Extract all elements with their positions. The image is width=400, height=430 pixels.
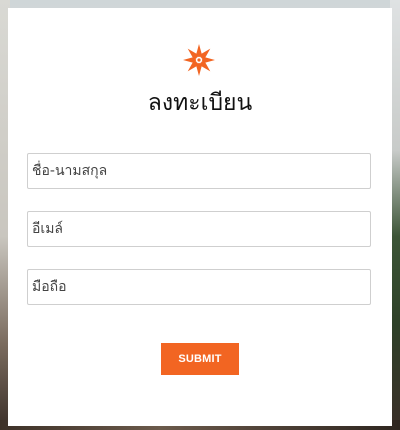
email-input[interactable] [27,211,371,247]
page-background: ลงทะเบียน SUBMIT [0,0,400,430]
submit-button[interactable]: SUBMIT [161,343,239,375]
mobile-phone-input[interactable] [27,269,371,305]
page-title: ลงทะเบียน [147,90,253,116]
full-name-input[interactable] [27,153,371,189]
registration-card: ลงทะเบียน SUBMIT [8,8,392,426]
orange-flower-star-icon [183,44,215,76]
